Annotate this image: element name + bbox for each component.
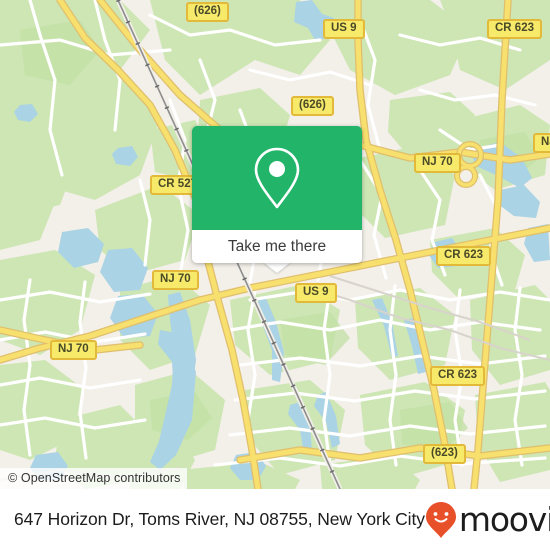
shield-us9-top: US 9	[323, 19, 365, 39]
shield-cr623-mid: CR 623	[436, 246, 491, 266]
shield-cr623-s: CR 623	[430, 366, 485, 386]
card-pin-area	[192, 126, 362, 230]
take-me-there-button[interactable]: Take me there	[192, 230, 362, 263]
shield-nj70-w: NJ 70	[152, 270, 199, 290]
moovit-branding[interactable]: moovit	[425, 501, 550, 539]
location-callout-card[interactable]: Take me there	[192, 126, 362, 263]
map-screenshot: © OpenStreetMap contributors (626) US 9 CR…	[0, 0, 550, 550]
footer-bar: 647 Horizon Dr, Toms River, NJ 08755, Ne…	[0, 489, 550, 550]
shield-us9-mid: US 9	[295, 283, 337, 303]
map-attribution[interactable]: © OpenStreetMap contributors	[0, 468, 187, 489]
shield-cr623-top: CR 623	[487, 19, 542, 39]
shield-nj70-sw: NJ 70	[50, 340, 97, 360]
moovit-wordmark: moovit	[458, 500, 550, 539]
map-pin-icon	[254, 147, 300, 209]
shield-nj70-ne: NJ 70	[414, 153, 461, 173]
shield-626-mid: (626)	[291, 96, 334, 116]
moovit-pin-icon	[425, 501, 456, 538]
card-pointer-tail	[263, 262, 291, 273]
shield-nj-right: NJ	[533, 133, 550, 153]
shield-623-s: (623)	[423, 444, 466, 464]
shield-626-top: (626)	[186, 2, 229, 22]
address-label: 647 Horizon Dr, Toms River, NJ 08755, Ne…	[14, 509, 425, 529]
